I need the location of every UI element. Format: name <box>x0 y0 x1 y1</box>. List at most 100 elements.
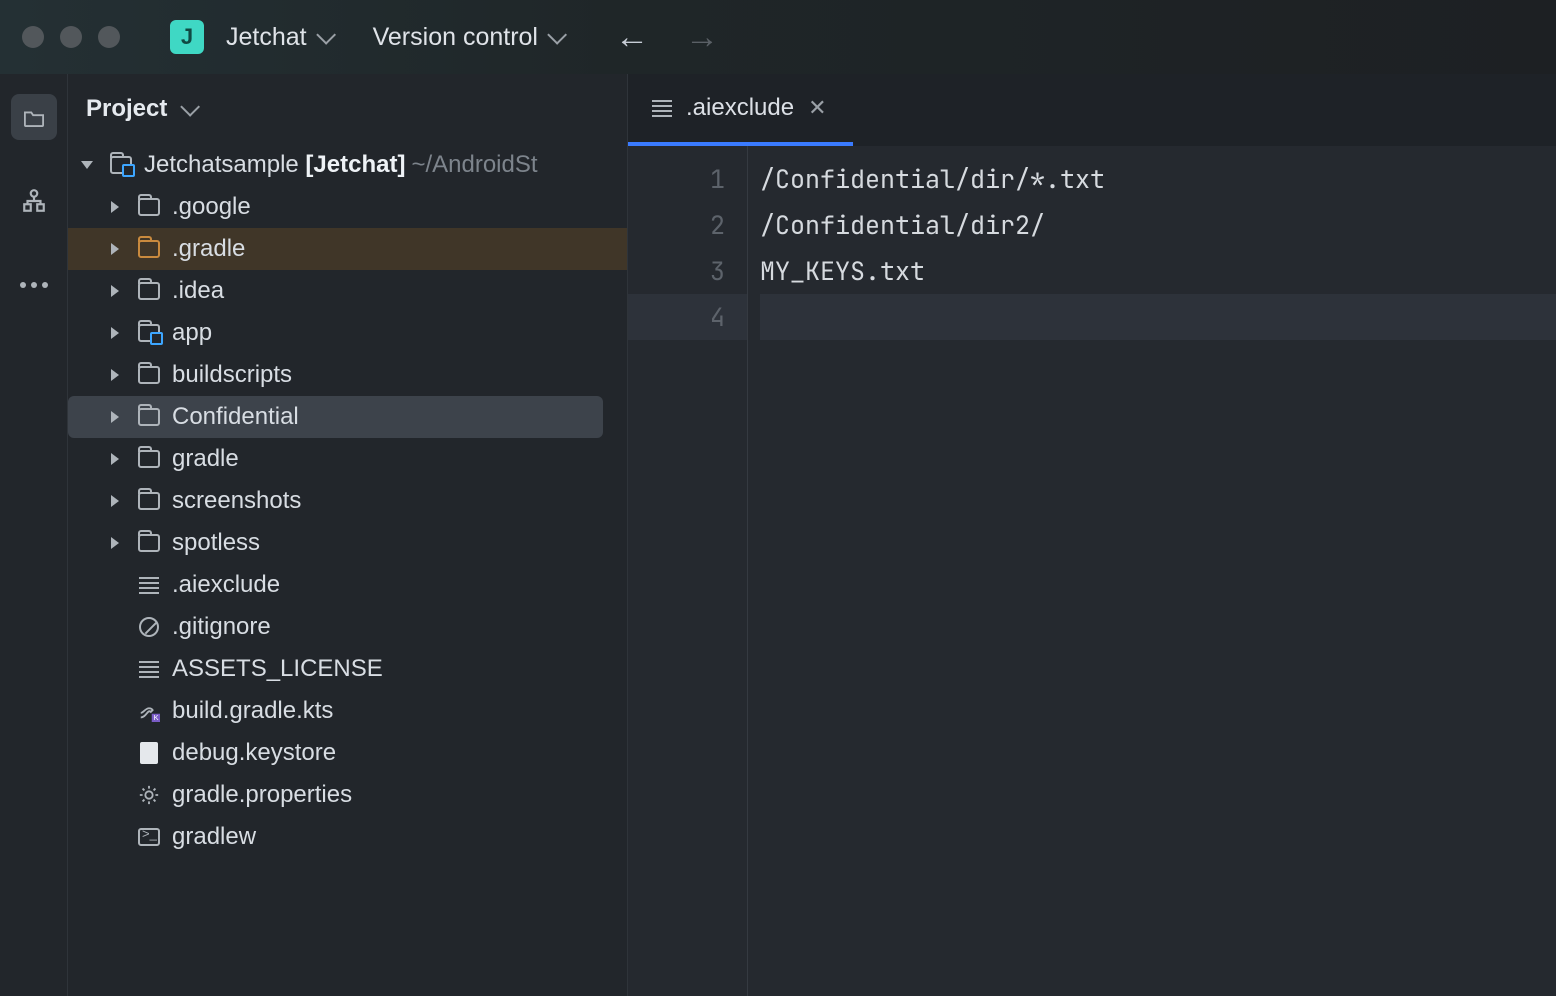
tree-item-label: ASSETS_LICENSE <box>172 655 383 683</box>
folder-icon <box>138 534 160 552</box>
gitignore-icon <box>139 617 159 637</box>
minimize-window-icon[interactable] <box>60 26 82 48</box>
gradle-kts-icon: K <box>138 700 160 722</box>
text-file-icon <box>139 661 159 678</box>
code-line[interactable]: MY_KEYS.txt <box>760 248 1556 294</box>
tool-window-bar <box>0 74 68 996</box>
expand-icon[interactable] <box>104 327 126 339</box>
shell-file-icon <box>138 828 160 846</box>
tree-item[interactable]: .gitignore <box>68 606 627 648</box>
tree-root-label: Jetchatsample [Jetchat]~/AndroidSt <box>144 151 538 179</box>
maximize-window-icon[interactable] <box>98 26 120 48</box>
expand-icon[interactable] <box>104 411 126 423</box>
folder-icon <box>138 450 160 468</box>
line-number: 2 <box>628 202 747 248</box>
expand-icon[interactable] <box>104 243 126 255</box>
expand-icon[interactable] <box>104 201 126 213</box>
nav-arrows: ← → <box>614 19 720 55</box>
main-split: Project Jetchatsample [Jetchat]~/Android… <box>0 74 1556 996</box>
project-name-label: Jetchat <box>226 23 307 52</box>
chevron-down-icon <box>547 25 567 45</box>
project-badge[interactable]: J <box>170 20 204 54</box>
tree-item[interactable]: Confidential <box>68 396 603 438</box>
tree-item-label: .google <box>172 193 251 221</box>
project-tool-button[interactable] <box>11 94 57 140</box>
text-file-icon <box>139 577 159 594</box>
tree-item[interactable]: screenshots <box>68 480 627 522</box>
vcs-dropdown[interactable]: Version control <box>365 19 570 56</box>
nav-back-button[interactable]: ← <box>614 19 650 55</box>
svg-text:K: K <box>154 713 159 722</box>
code-line[interactable]: /Confidential/dir2/ <box>760 202 1556 248</box>
project-dropdown[interactable]: Jetchat <box>218 19 339 56</box>
tree-root[interactable]: Jetchatsample [Jetchat]~/AndroidSt <box>68 144 627 186</box>
editor-tab-label: .aiexclude <box>686 94 794 122</box>
tree-item[interactable]: buildscripts <box>68 354 627 396</box>
project-tree-header[interactable]: Project <box>68 74 627 144</box>
window-controls[interactable] <box>22 26 120 48</box>
code-editor[interactable]: 1234 /Confidential/dir/*.txt/Confidentia… <box>628 146 1556 996</box>
expand-icon[interactable] <box>104 453 126 465</box>
folder-icon <box>138 408 160 426</box>
folder-icon <box>23 107 45 127</box>
line-number: 4 <box>628 294 747 340</box>
folder-icon <box>138 240 160 258</box>
project-tree-panel: Project Jetchatsample [Jetchat]~/Android… <box>68 74 628 996</box>
project-tree[interactable]: Jetchatsample [Jetchat]~/AndroidSt .goog… <box>68 144 627 996</box>
tree-item[interactable]: gradle.properties <box>68 774 627 816</box>
structure-tool-button[interactable] <box>11 178 57 224</box>
expand-icon[interactable] <box>104 537 126 549</box>
folder-icon <box>138 366 160 384</box>
tree-item-label: buildscripts <box>172 361 292 389</box>
tree-item[interactable]: debug.keystore <box>68 732 627 774</box>
tree-item-label: gradle <box>172 445 239 473</box>
line-number-gutter: 1234 <box>628 146 748 996</box>
expand-icon[interactable] <box>104 369 126 381</box>
line-number: 1 <box>628 156 747 202</box>
close-window-icon[interactable] <box>22 26 44 48</box>
titlebar: J Jetchat Version control ← → <box>0 0 1556 74</box>
code-content[interactable]: /Confidential/dir/*.txt/Confidential/dir… <box>748 146 1556 996</box>
tree-item-label: .gitignore <box>172 613 271 641</box>
code-line[interactable] <box>760 294 1556 340</box>
folder-icon <box>138 198 160 216</box>
expand-icon[interactable] <box>76 159 98 171</box>
tree-item[interactable]: ASSETS_LICENSE <box>68 648 627 690</box>
tree-item-label: Confidential <box>172 403 299 431</box>
tree-item[interactable]: app <box>68 312 627 354</box>
tree-item-label: .gradle <box>172 235 245 263</box>
expand-icon[interactable] <box>104 285 126 297</box>
nav-forward-button[interactable]: → <box>684 19 720 55</box>
close-tab-icon[interactable]: ✕ <box>808 95 826 121</box>
tree-item-label: .idea <box>172 277 224 305</box>
tree-item-label: debug.keystore <box>172 739 336 767</box>
editor-tabs: .aiexclude ✕ <box>628 74 1556 146</box>
folder-icon <box>138 282 160 300</box>
tree-item-label: gradlew <box>172 823 256 851</box>
tree-item[interactable]: gradle <box>68 438 627 480</box>
tree-item[interactable]: .gradle <box>68 228 627 270</box>
tree-item-label: .aiexclude <box>172 571 280 599</box>
tree-item-label: spotless <box>172 529 260 557</box>
tree-item[interactable]: gradlew <box>68 816 627 858</box>
editor-tab[interactable]: .aiexclude ✕ <box>628 74 853 146</box>
tree-item[interactable]: K build.gradle.kts <box>68 690 627 732</box>
more-tool-button[interactable] <box>11 262 57 308</box>
arrow-right-icon: → <box>685 20 719 54</box>
gear-icon <box>138 784 160 806</box>
tree-item-label: app <box>172 319 212 347</box>
tree-item[interactable]: .aiexclude <box>68 564 627 606</box>
chevron-down-icon <box>316 25 336 45</box>
code-line[interactable]: /Confidential/dir/*.txt <box>760 156 1556 202</box>
expand-icon[interactable] <box>104 495 126 507</box>
tree-item[interactable]: spotless <box>68 522 627 564</box>
generic-file-icon <box>140 742 158 764</box>
folder-icon <box>138 492 160 510</box>
tree-item-label: screenshots <box>172 487 301 515</box>
arrow-left-icon: ← <box>615 20 649 54</box>
tree-item-label: gradle.properties <box>172 781 352 809</box>
module-folder-icon <box>138 324 160 342</box>
tree-item[interactable]: .google <box>68 186 627 228</box>
structure-icon <box>21 188 47 214</box>
tree-item[interactable]: .idea <box>68 270 627 312</box>
